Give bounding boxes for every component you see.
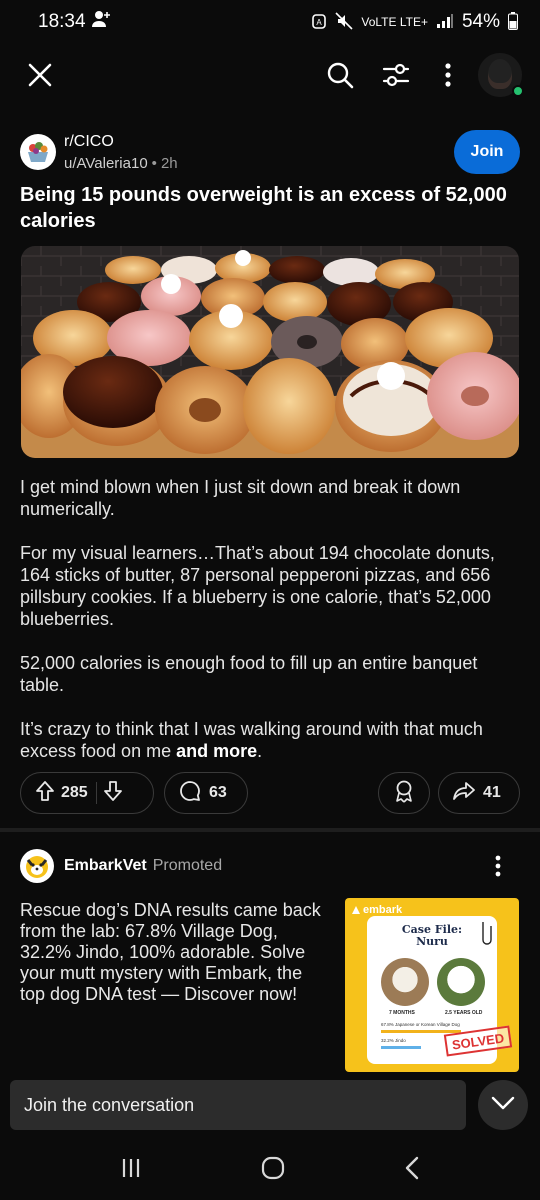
filter-icon[interactable] [374, 53, 418, 97]
vote-pill: 285 [20, 772, 154, 814]
dog-age-label: 2.5 YEARS OLD [445, 1010, 483, 1016]
signal-icon [436, 13, 454, 32]
svg-text:A: A [317, 18, 323, 27]
ad-brand-text: embark [363, 904, 403, 916]
collapse-button[interactable] [478, 1080, 528, 1130]
breed-result: 32.2% Jindo [381, 1038, 406, 1043]
user-avatar-button[interactable] [478, 53, 524, 97]
comment-count: 63 [209, 784, 227, 801]
ad-image[interactable]: embark Case File: Nuru 7 MONTHS 2.5 YEAR… [345, 898, 519, 1072]
award-icon [393, 779, 415, 808]
comments-button[interactable]: 63 [164, 772, 248, 814]
embark-logo: embark [351, 904, 402, 916]
battery-level: 54% [461, 11, 500, 32]
more-vert-icon[interactable] [476, 844, 520, 888]
ad-text[interactable]: Rescue dog’s DNA results came back from … [20, 900, 332, 1005]
post-image[interactable] [21, 246, 519, 458]
breed-bar [381, 1030, 461, 1033]
dog-photo-adult [437, 958, 485, 1006]
post-author[interactable]: u/AValeria10 [64, 155, 148, 172]
breed-result: 67.8% Japanese or Korean Village Dog [381, 1022, 460, 1027]
subreddit-icon[interactable] [20, 134, 56, 170]
share-icon [453, 781, 475, 806]
post-body[interactable]: I get mind blown when I just sit down an… [20, 476, 520, 784]
dog-photo-puppy [381, 958, 429, 1006]
chevron-down-icon [491, 1096, 515, 1115]
search-icon[interactable] [318, 53, 362, 97]
mute-icon [335, 11, 353, 33]
case-file-title: Case File: Nuru [367, 924, 497, 948]
comment-composer[interactable]: Join the conversation [10, 1080, 466, 1130]
network-label: VoLTE LTE+ [361, 15, 428, 29]
comment-icon [179, 780, 201, 807]
share-count: 41 [483, 784, 501, 801]
post-paragraph: I get mind blown when I just sit down an… [20, 477, 461, 519]
breed-bar [381, 1046, 421, 1049]
home-icon[interactable] [261, 1156, 285, 1185]
downvote-icon[interactable] [103, 780, 123, 807]
subreddit-name[interactable]: r/CICO [64, 133, 178, 151]
battery-icon [508, 11, 518, 33]
dog-age-label: 7 MONTHS [389, 1010, 415, 1016]
status-bar: 18:34 A VoLTE LTE+ 54% [0, 0, 540, 44]
composer-placeholder: Join the conversation [24, 1094, 195, 1115]
top-app-bar [0, 44, 540, 106]
ad-header: EmbarkVet Promoted [20, 846, 520, 886]
online-status-dot [512, 85, 524, 97]
person-add-icon [91, 10, 112, 34]
read-more-link[interactable]: and more [176, 741, 257, 761]
share-button[interactable]: 41 [438, 772, 520, 814]
advertiser-avatar[interactable] [20, 849, 54, 883]
case-title-line: Nuru [416, 935, 448, 948]
system-nav-bar [0, 1140, 540, 1200]
recents-icon[interactable] [120, 1157, 142, 1184]
more-vert-icon[interactable] [426, 53, 470, 97]
vote-count: 285 [61, 784, 88, 801]
alarm-icon: A [311, 12, 327, 33]
post-age: 2h [160, 154, 178, 172]
promoted-label: Promoted [152, 857, 223, 874]
paperclip-icon [482, 922, 492, 945]
post-title[interactable]: Being 15 pounds overweight is an excess … [20, 182, 520, 234]
upvote-icon[interactable] [35, 780, 55, 807]
award-button[interactable] [378, 772, 430, 814]
post-paragraph: 52,000 calories is enough food to fill u… [20, 653, 478, 695]
status-time: 18:34 [38, 11, 86, 32]
post-header: r/CICO u/AValeria10 • 2h Join [20, 124, 520, 180]
vote-divider [95, 782, 97, 804]
back-icon[interactable] [404, 1156, 420, 1185]
close-icon[interactable] [18, 53, 62, 97]
post-paragraph-last: It’s crazy to think that I was walking a… [20, 719, 483, 761]
feed-divider [0, 828, 540, 832]
meta-separator: • [151, 154, 157, 172]
advertiser-name[interactable]: EmbarkVet [64, 857, 147, 875]
join-button[interactable]: Join [454, 130, 520, 174]
post-paragraph: For my visual learners…That’s about 194 … [20, 543, 495, 629]
post-actions: 285 63 41 [20, 772, 520, 814]
